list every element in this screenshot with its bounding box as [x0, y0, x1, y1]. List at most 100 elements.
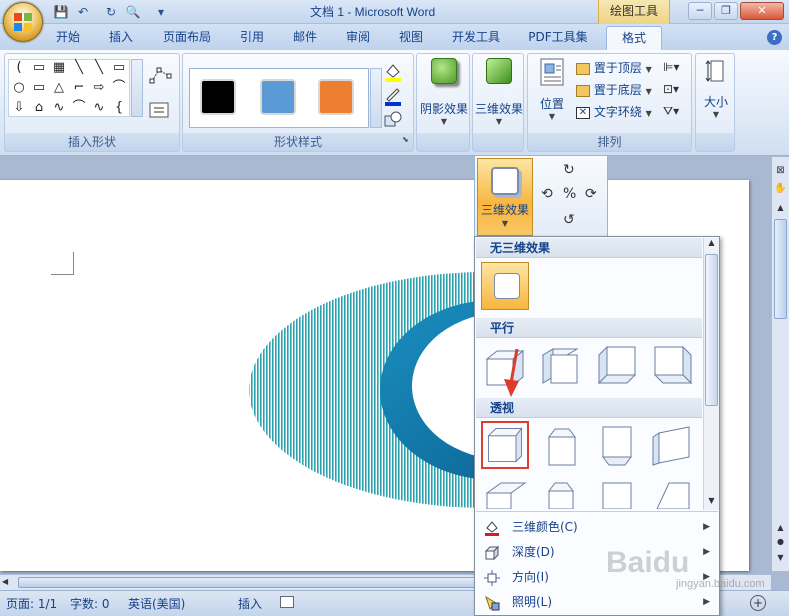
gallery-no-3d[interactable]: [481, 262, 529, 310]
shape-arrow-line[interactable]: ╲: [91, 60, 107, 76]
shape-brace[interactable]: {: [111, 100, 127, 116]
status-page[interactable]: 页面: 1/1: [6, 595, 57, 612]
gallery-perspective-2[interactable]: [537, 423, 585, 471]
3d-toggle-icon[interactable]: %: [563, 186, 576, 202]
status-language[interactable]: 英语(美国): [128, 595, 185, 612]
shape-textbox[interactable]: ▭: [31, 60, 47, 76]
shape-triangle[interactable]: △: [51, 80, 67, 96]
shape-arc2[interactable]: ⌒: [111, 80, 127, 96]
bring-to-front-button[interactable]: 置于顶层 ▼: [576, 58, 652, 78]
gallery-perspective-1-selected[interactable]: [481, 421, 529, 469]
tilt-up-icon[interactable]: ↻: [563, 162, 575, 178]
shape-down-arrow[interactable]: ⇩: [11, 100, 27, 116]
tab-view[interactable]: 视图: [393, 26, 429, 50]
tilt-left-icon[interactable]: ⟲: [541, 186, 553, 202]
style-swatch-black[interactable]: [200, 79, 236, 115]
gallery-perspective-3[interactable]: [593, 423, 641, 471]
dropdown-scroll-down-icon[interactable]: ▼: [704, 496, 719, 510]
dialog-launcher-icon[interactable]: ⬊: [402, 135, 412, 145]
shape-rounded-rect[interactable]: ▭: [31, 80, 47, 96]
send-to-back-button[interactable]: 置于底层 ▼: [576, 80, 652, 100]
shape-style-gallery[interactable]: [189, 68, 369, 128]
menu-3d-color[interactable]: 三维颜色(C) ▶: [476, 515, 718, 540]
zoom-in-icon[interactable]: +: [750, 595, 766, 611]
scroll-left-icon[interactable]: ◀: [2, 577, 14, 589]
tab-pdf-tools[interactable]: PDF工具集: [522, 26, 594, 50]
tab-mailings[interactable]: 邮件: [287, 26, 323, 50]
tab-review[interactable]: 审阅: [340, 26, 376, 50]
ruler-toggle-icon[interactable]: ⊠: [773, 165, 788, 179]
dropdown-scroll-thumb[interactable]: [705, 254, 718, 406]
align-icon[interactable]: ⊫▾: [663, 60, 687, 76]
gallery-perspective-6[interactable]: [537, 479, 585, 509]
position-button[interactable]: 位置 ▼: [532, 58, 572, 134]
tab-page-layout[interactable]: 页面布局: [157, 26, 217, 50]
office-button[interactable]: [3, 2, 43, 42]
shape-line[interactable]: ╲: [71, 60, 87, 76]
hand-icon[interactable]: ✋: [773, 183, 788, 197]
next-page-icon[interactable]: ▼: [773, 553, 788, 565]
browse-object-icon[interactable]: ●: [773, 537, 788, 549]
shape-outline-icon[interactable]: [383, 86, 405, 106]
tilt-down-icon[interactable]: ↺: [563, 212, 575, 228]
gallery-perspective-7[interactable]: [593, 479, 641, 509]
customize-icon[interactable]: ▾: [152, 3, 170, 21]
shape-gallery-scroll[interactable]: [131, 59, 143, 117]
undo-icon[interactable]: ↶: [74, 3, 92, 21]
dropdown-scrollbar[interactable]: ▲ ▼: [703, 238, 719, 510]
tab-format[interactable]: 格式: [606, 26, 662, 50]
maximize-button[interactable]: ❐: [714, 2, 738, 20]
style-swatch-blue[interactable]: [260, 79, 296, 115]
shape-right-arrow[interactable]: ⇨: [91, 80, 107, 96]
shape-elbow-connector[interactable]: ⌐: [71, 80, 87, 96]
dropdown-scroll-up-icon[interactable]: ▲: [704, 238, 719, 252]
shape-freeform[interactable]: ∿: [91, 100, 107, 116]
style-swatch-orange[interactable]: [318, 79, 354, 115]
print-preview-icon[interactable]: 🔍: [124, 3, 142, 21]
vertical-scrollbar[interactable]: ⊠ ✋ ▲ ▲ ● ▼: [771, 157, 789, 571]
macro-record-icon[interactable]: [280, 596, 294, 608]
horizontal-scroll-thumb[interactable]: [18, 577, 478, 588]
gallery-parallel-3[interactable]: [593, 343, 641, 391]
tab-insert[interactable]: 插入: [103, 26, 139, 50]
help-icon[interactable]: ?: [767, 30, 782, 45]
tilt-right-icon[interactable]: ⟳: [585, 186, 597, 202]
redo-icon[interactable]: ↻: [102, 3, 120, 21]
gallery-perspective-4[interactable]: [649, 423, 697, 471]
gallery-parallel-4[interactable]: [649, 343, 697, 391]
save-icon[interactable]: 💾: [52, 3, 70, 21]
shape-vertical-textbox[interactable]: ▦: [51, 60, 67, 76]
oval-shape[interactable]: [245, 268, 505, 513]
tab-home[interactable]: 开始: [50, 26, 86, 50]
shape-oval[interactable]: ○: [11, 80, 27, 96]
shape-arc3[interactable]: ⌒: [71, 100, 87, 116]
minimize-button[interactable]: ─: [688, 2, 712, 20]
style-gallery-scroll[interactable]: [370, 68, 382, 128]
scroll-up-icon[interactable]: ▲: [773, 203, 788, 217]
group-objects-icon[interactable]: ⊡▾: [663, 82, 687, 98]
text-wrap-button[interactable]: ✕ 文字环绕 ▼: [576, 102, 652, 122]
shape-cloud[interactable]: ⌂: [31, 100, 47, 116]
prev-page-icon[interactable]: ▲: [773, 523, 788, 535]
edit-points-icon[interactable]: [149, 66, 173, 84]
textbox-icon[interactable]: [149, 102, 169, 118]
tab-references[interactable]: 引用: [234, 26, 270, 50]
gallery-perspective-5[interactable]: [481, 479, 529, 509]
shape-curve[interactable]: ∿: [51, 100, 67, 116]
gallery-perspective-8[interactable]: [649, 479, 697, 509]
tab-developer[interactable]: 开发工具: [446, 26, 506, 50]
shape-rectangle[interactable]: ▭: [111, 60, 127, 76]
shape-fill-icon[interactable]: [383, 62, 405, 82]
shadow-effects-button[interactable]: 阴影效果 ▼: [419, 58, 469, 134]
status-word-count[interactable]: 字数: 0: [70, 595, 110, 612]
gallery-parallel-2[interactable]: [537, 343, 585, 391]
3d-effects-button[interactable]: 三维效果 ▼: [474, 58, 524, 134]
menu-lighting[interactable]: 照明(L) ▶: [476, 590, 718, 615]
3d-effects-open-button[interactable]: 三维效果 ▼: [477, 158, 533, 236]
rotate-icon[interactable]: ⛛▾: [663, 104, 687, 120]
size-button[interactable]: 大小 ▼: [698, 58, 734, 134]
change-shape-icon[interactable]: [383, 110, 405, 130]
vertical-scroll-thumb[interactable]: [774, 219, 787, 319]
status-insert-mode[interactable]: 插入: [238, 595, 262, 612]
close-button[interactable]: ✕: [740, 2, 784, 20]
